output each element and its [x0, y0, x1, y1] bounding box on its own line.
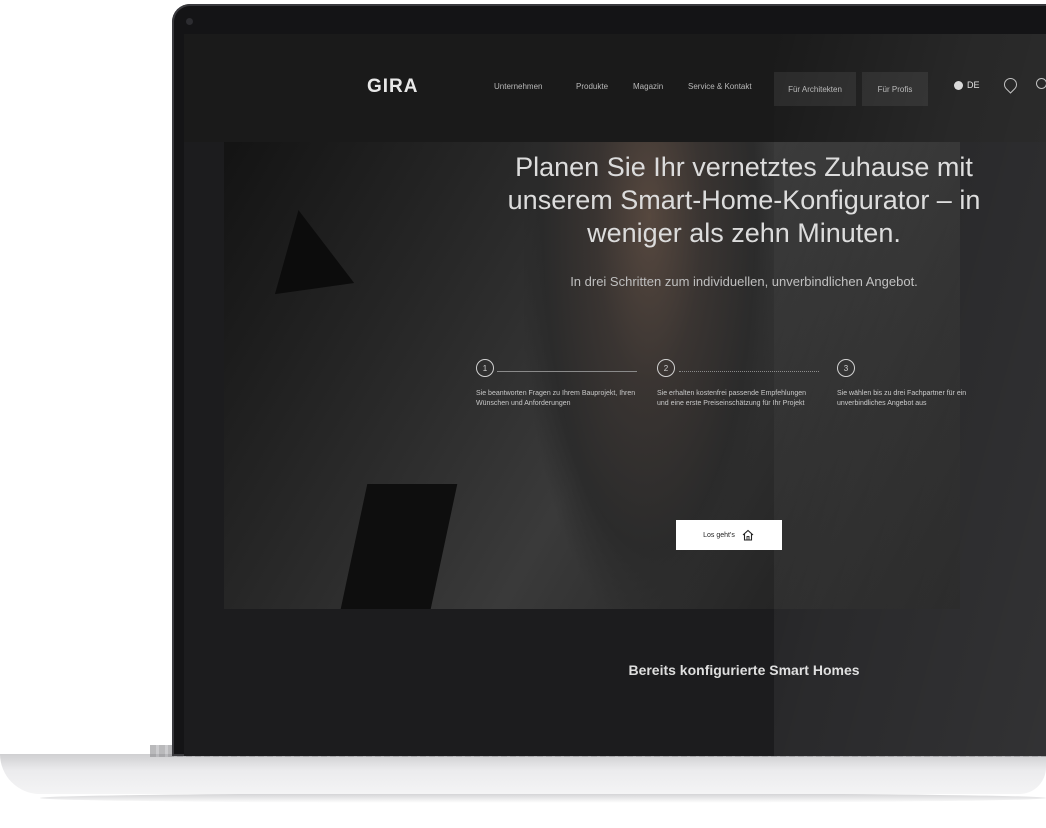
hero-subline: In drei Schritten zum individuellen, unv…	[570, 274, 918, 289]
nav-button-profis[interactable]: Für Profis	[862, 72, 928, 106]
step-3: 3 Sie wählen bis zu drei Fachpartner für…	[837, 359, 997, 409]
cta-label: Los geht's	[703, 531, 735, 539]
step-number-circle: 3	[837, 359, 855, 377]
step-1: 1 Sie beantworten Fragen zu Ihrem Baupro…	[476, 359, 636, 409]
gira-logo[interactable]: GIRA	[367, 76, 419, 98]
nav-item-unternehmen[interactable]: Unternehmen	[494, 82, 542, 91]
step-2: 2 Sie erhalten kostenfrei passende Empfe…	[657, 359, 817, 409]
step-number-circle: 2	[657, 359, 675, 377]
nav-item-magazin[interactable]: Magazin	[633, 82, 663, 91]
nav-button-architekten[interactable]: Für Architekten	[774, 72, 856, 106]
start-configurator-button[interactable]: Los geht's	[676, 520, 782, 550]
step-number-circle: 1	[476, 359, 494, 377]
language-selector[interactable]: DE	[954, 80, 980, 90]
step-text: Sie beantworten Fragen zu Ihrem Bauproje…	[476, 390, 636, 407]
hero-headline: Planen Sie Ihr vernetztes Zuhause mit un…	[507, 152, 981, 248]
nav-item-produkte[interactable]: Produkte	[576, 82, 608, 91]
laptop-lid: GIRA Unternehmen Produkte Magazin Servic…	[172, 4, 1046, 756]
nav-item-service-kontakt[interactable]: Service & Kontakt	[688, 82, 752, 91]
laptop-shadow	[40, 793, 1046, 803]
language-label: DE	[967, 80, 980, 90]
camera-icon	[186, 18, 193, 25]
globe-icon	[954, 80, 963, 90]
step-text: Sie wählen bis zu drei Fachpartner für e…	[837, 390, 967, 407]
laptop-screen: GIRA Unternehmen Produkte Magazin Servic…	[184, 34, 1046, 756]
desk-lamp-shape	[263, 203, 355, 295]
top-navigation: GIRA Unternehmen Produkte Magazin Servic…	[184, 34, 1046, 142]
step-text: Sie erhalten kostenfrei passende Empfehl…	[657, 390, 807, 407]
desk-laptop-shape	[340, 484, 458, 609]
search-icon[interactable]	[1036, 78, 1046, 89]
laptop-base	[0, 754, 1046, 794]
section-title: Bereits konfigurierte Smart Homes	[628, 662, 860, 678]
location-pin-icon[interactable]	[1001, 75, 1020, 94]
home-icon	[742, 529, 754, 541]
